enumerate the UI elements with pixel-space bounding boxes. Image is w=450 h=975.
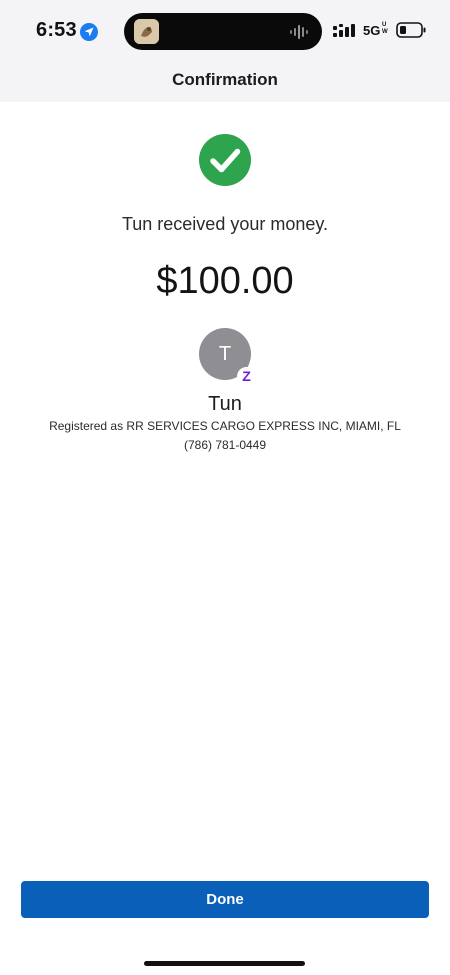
audio-waveform-icon (290, 25, 308, 39)
location-arrow-icon (80, 23, 98, 41)
done-button[interactable]: Done (21, 881, 429, 918)
app-thumbnail-icon[interactable] (134, 19, 159, 44)
home-indicator[interactable] (144, 961, 305, 966)
status-bar: 6:53 5G UW (0, 0, 450, 62)
page-title: Confirmation (172, 70, 278, 89)
amount-value: $100.00 (156, 260, 294, 302)
status-time: 6:53 (36, 19, 77, 41)
network-type-label: 5G (363, 23, 381, 38)
recipient-name: Tun (208, 393, 242, 415)
network-sub-label: UW (382, 22, 388, 35)
zelle-icon: Z (237, 367, 256, 386)
recipient-phone: (786) 781-0449 (183, 438, 267, 452)
confirmation-message: Tun received your money. (121, 214, 329, 234)
cellular-signal-icon (333, 24, 355, 37)
registered-name: Registered as RR SERVICES CARGO EXPRESS … (49, 419, 401, 433)
check-circle-icon (199, 134, 251, 186)
battery-icon (396, 22, 426, 38)
dynamic-island[interactable] (124, 13, 322, 50)
